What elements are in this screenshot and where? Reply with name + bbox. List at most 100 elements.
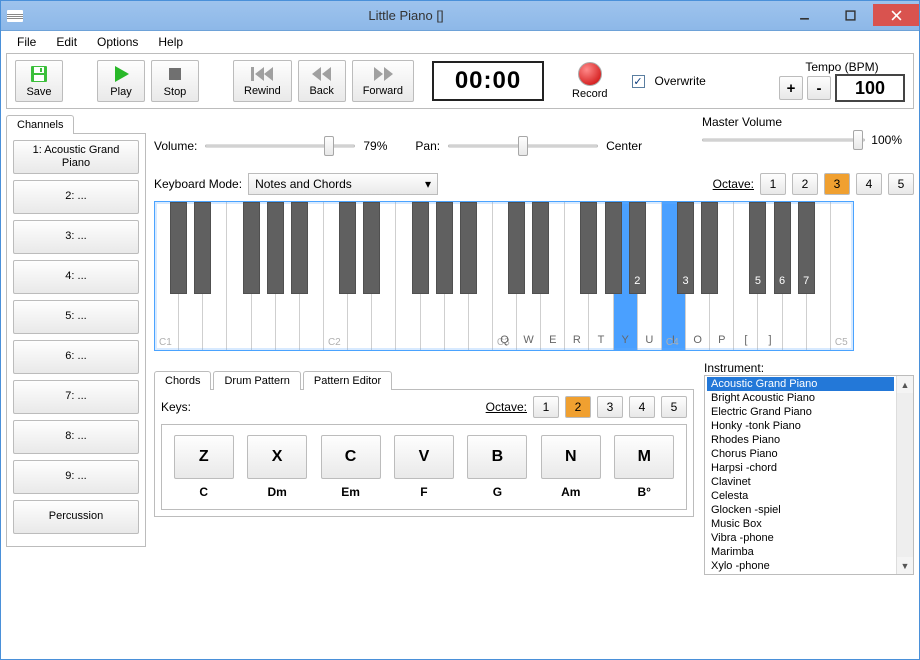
instrument-item[interactable]: Marimba xyxy=(707,545,894,559)
instrument-item[interactable]: Harpsi -chord xyxy=(707,461,894,475)
instrument-item[interactable]: Vibra -phone xyxy=(707,531,894,545)
black-key[interactable] xyxy=(605,202,622,294)
tempo-label: Tempo (BPM) xyxy=(805,60,878,74)
menu-file[interactable]: File xyxy=(7,32,46,52)
black-key[interactable]: 7 xyxy=(798,202,815,294)
channel-button-3[interactable]: 3: ... xyxy=(13,220,139,254)
black-key[interactable] xyxy=(291,202,308,294)
channel-button-5[interactable]: 5: ... xyxy=(13,300,139,334)
instrument-item[interactable]: Music Box xyxy=(707,517,894,531)
instrument-item[interactable]: Honky -tonk Piano xyxy=(707,419,894,433)
save-button[interactable]: Save xyxy=(15,60,63,102)
black-key[interactable] xyxy=(267,202,284,294)
back-button[interactable]: Back xyxy=(298,60,346,102)
chord-octave-button-4[interactable]: 4 xyxy=(629,396,655,418)
black-key[interactable] xyxy=(701,202,718,294)
chord-octave-button-1[interactable]: 1 xyxy=(533,396,559,418)
maximize-button[interactable] xyxy=(827,4,873,26)
instrument-item[interactable]: Acoustic Grand Piano xyxy=(707,377,894,391)
black-key[interactable]: 6 xyxy=(774,202,791,294)
chord-key-N[interactable]: N xyxy=(541,435,601,479)
tab-pattern-editor[interactable]: Pattern Editor xyxy=(303,371,392,390)
menu-help[interactable]: Help xyxy=(148,32,193,52)
instrument-listbox[interactable]: Acoustic Grand PianoBright Acoustic Pian… xyxy=(704,375,914,575)
channel-button-8[interactable]: 8: ... xyxy=(13,420,139,454)
black-key[interactable] xyxy=(508,202,525,294)
black-key[interactable] xyxy=(194,202,211,294)
scroll-down-icon[interactable]: ▼ xyxy=(897,557,913,574)
black-key[interactable] xyxy=(339,202,356,294)
octave-button-1[interactable]: 1 xyxy=(760,173,786,195)
scrollbar[interactable]: ▲ ▼ xyxy=(896,376,913,574)
master-volume-label: Master Volume xyxy=(702,115,902,129)
instrument-item[interactable]: Bright Acoustic Piano xyxy=(707,391,894,405)
chord-octave-button-2[interactable]: 2 xyxy=(565,396,591,418)
black-key[interactable] xyxy=(243,202,260,294)
white-key[interactable]: C5 xyxy=(831,202,854,350)
close-button[interactable] xyxy=(873,4,919,26)
check-icon xyxy=(632,75,645,88)
black-key[interactable]: 2 xyxy=(629,202,646,294)
scroll-up-icon[interactable]: ▲ xyxy=(897,376,913,393)
rewind-button[interactable]: Rewind xyxy=(233,60,292,102)
back-icon xyxy=(310,65,334,83)
channel-button-10[interactable]: Percussion xyxy=(13,500,139,534)
chord-octave-button-3[interactable]: 3 xyxy=(597,396,623,418)
channel-button-4[interactable]: 4: ... xyxy=(13,260,139,294)
tempo-plus-button[interactable]: + xyxy=(779,76,803,100)
chord-key-C[interactable]: C xyxy=(321,435,381,479)
instrument-item[interactable]: Chorus Piano xyxy=(707,447,894,461)
black-key[interactable] xyxy=(580,202,597,294)
channel-button-1[interactable]: 1: Acoustic Grand Piano xyxy=(13,140,139,174)
black-key[interactable] xyxy=(460,202,477,294)
instrument-item[interactable]: Celesta xyxy=(707,489,894,503)
chord-key-Z[interactable]: Z xyxy=(174,435,234,479)
piano-keyboard[interactable]: C1C2C3QWERTYUC4IOP[]C523567 xyxy=(154,201,854,351)
tempo-minus-button[interactable]: - xyxy=(807,76,831,100)
chord-key-X[interactable]: X xyxy=(247,435,307,479)
channel-button-6[interactable]: 6: ... xyxy=(13,340,139,374)
octave-button-5[interactable]: 5 xyxy=(888,173,914,195)
record-button[interactable]: Record xyxy=(562,60,617,102)
channel-button-9[interactable]: 9: ... xyxy=(13,460,139,494)
menu-edit[interactable]: Edit xyxy=(46,32,87,52)
play-button[interactable]: Play xyxy=(97,60,145,102)
octave-button-4[interactable]: 4 xyxy=(856,173,882,195)
black-key[interactable] xyxy=(170,202,187,294)
instrument-item[interactable]: Rhodes Piano xyxy=(707,433,894,447)
black-key[interactable] xyxy=(436,202,453,294)
minimize-button[interactable] xyxy=(781,4,827,26)
chord-key-B[interactable]: B xyxy=(467,435,527,479)
keyboard-mode-select[interactable]: Notes and Chords ▾ xyxy=(248,173,438,195)
tab-chords[interactable]: Chords xyxy=(154,371,211,390)
chord-key-V[interactable]: V xyxy=(394,435,454,479)
channel-button-7[interactable]: 7: ... xyxy=(13,380,139,414)
instrument-item[interactable]: Electric Grand Piano xyxy=(707,405,894,419)
tab-drum-pattern[interactable]: Drum Pattern xyxy=(213,371,300,390)
instrument-item[interactable]: Glocken -spiel xyxy=(707,503,894,517)
pan-value: Center xyxy=(606,139,642,153)
octave-button-2[interactable]: 2 xyxy=(792,173,818,195)
channels-tab[interactable]: Channels xyxy=(6,115,74,134)
master-volume-slider[interactable] xyxy=(702,129,865,151)
rewind-icon xyxy=(250,65,274,83)
black-key[interactable] xyxy=(412,202,429,294)
black-key[interactable] xyxy=(532,202,549,294)
black-key[interactable]: 5 xyxy=(749,202,766,294)
menu-options[interactable]: Options xyxy=(87,32,148,52)
chevron-down-icon: ▾ xyxy=(425,177,431,191)
chord-key-M[interactable]: M xyxy=(614,435,674,479)
black-key[interactable] xyxy=(363,202,380,294)
stop-button[interactable]: Stop xyxy=(151,60,199,102)
forward-button[interactable]: Forward xyxy=(352,60,414,102)
overwrite-checkbox[interactable]: Overwrite xyxy=(632,74,706,88)
instrument-item[interactable]: Xylo -phone xyxy=(707,559,894,573)
black-key[interactable]: 3 xyxy=(677,202,694,294)
channel-button-2[interactable]: 2: ... xyxy=(13,180,139,214)
octave-button-3[interactable]: 3 xyxy=(824,173,850,195)
tempo-value[interactable]: 100 xyxy=(835,74,905,102)
pan-slider[interactable] xyxy=(448,135,598,157)
chord-octave-button-5[interactable]: 5 xyxy=(661,396,687,418)
volume-slider[interactable] xyxy=(205,135,355,157)
instrument-item[interactable]: Clavinet xyxy=(707,475,894,489)
